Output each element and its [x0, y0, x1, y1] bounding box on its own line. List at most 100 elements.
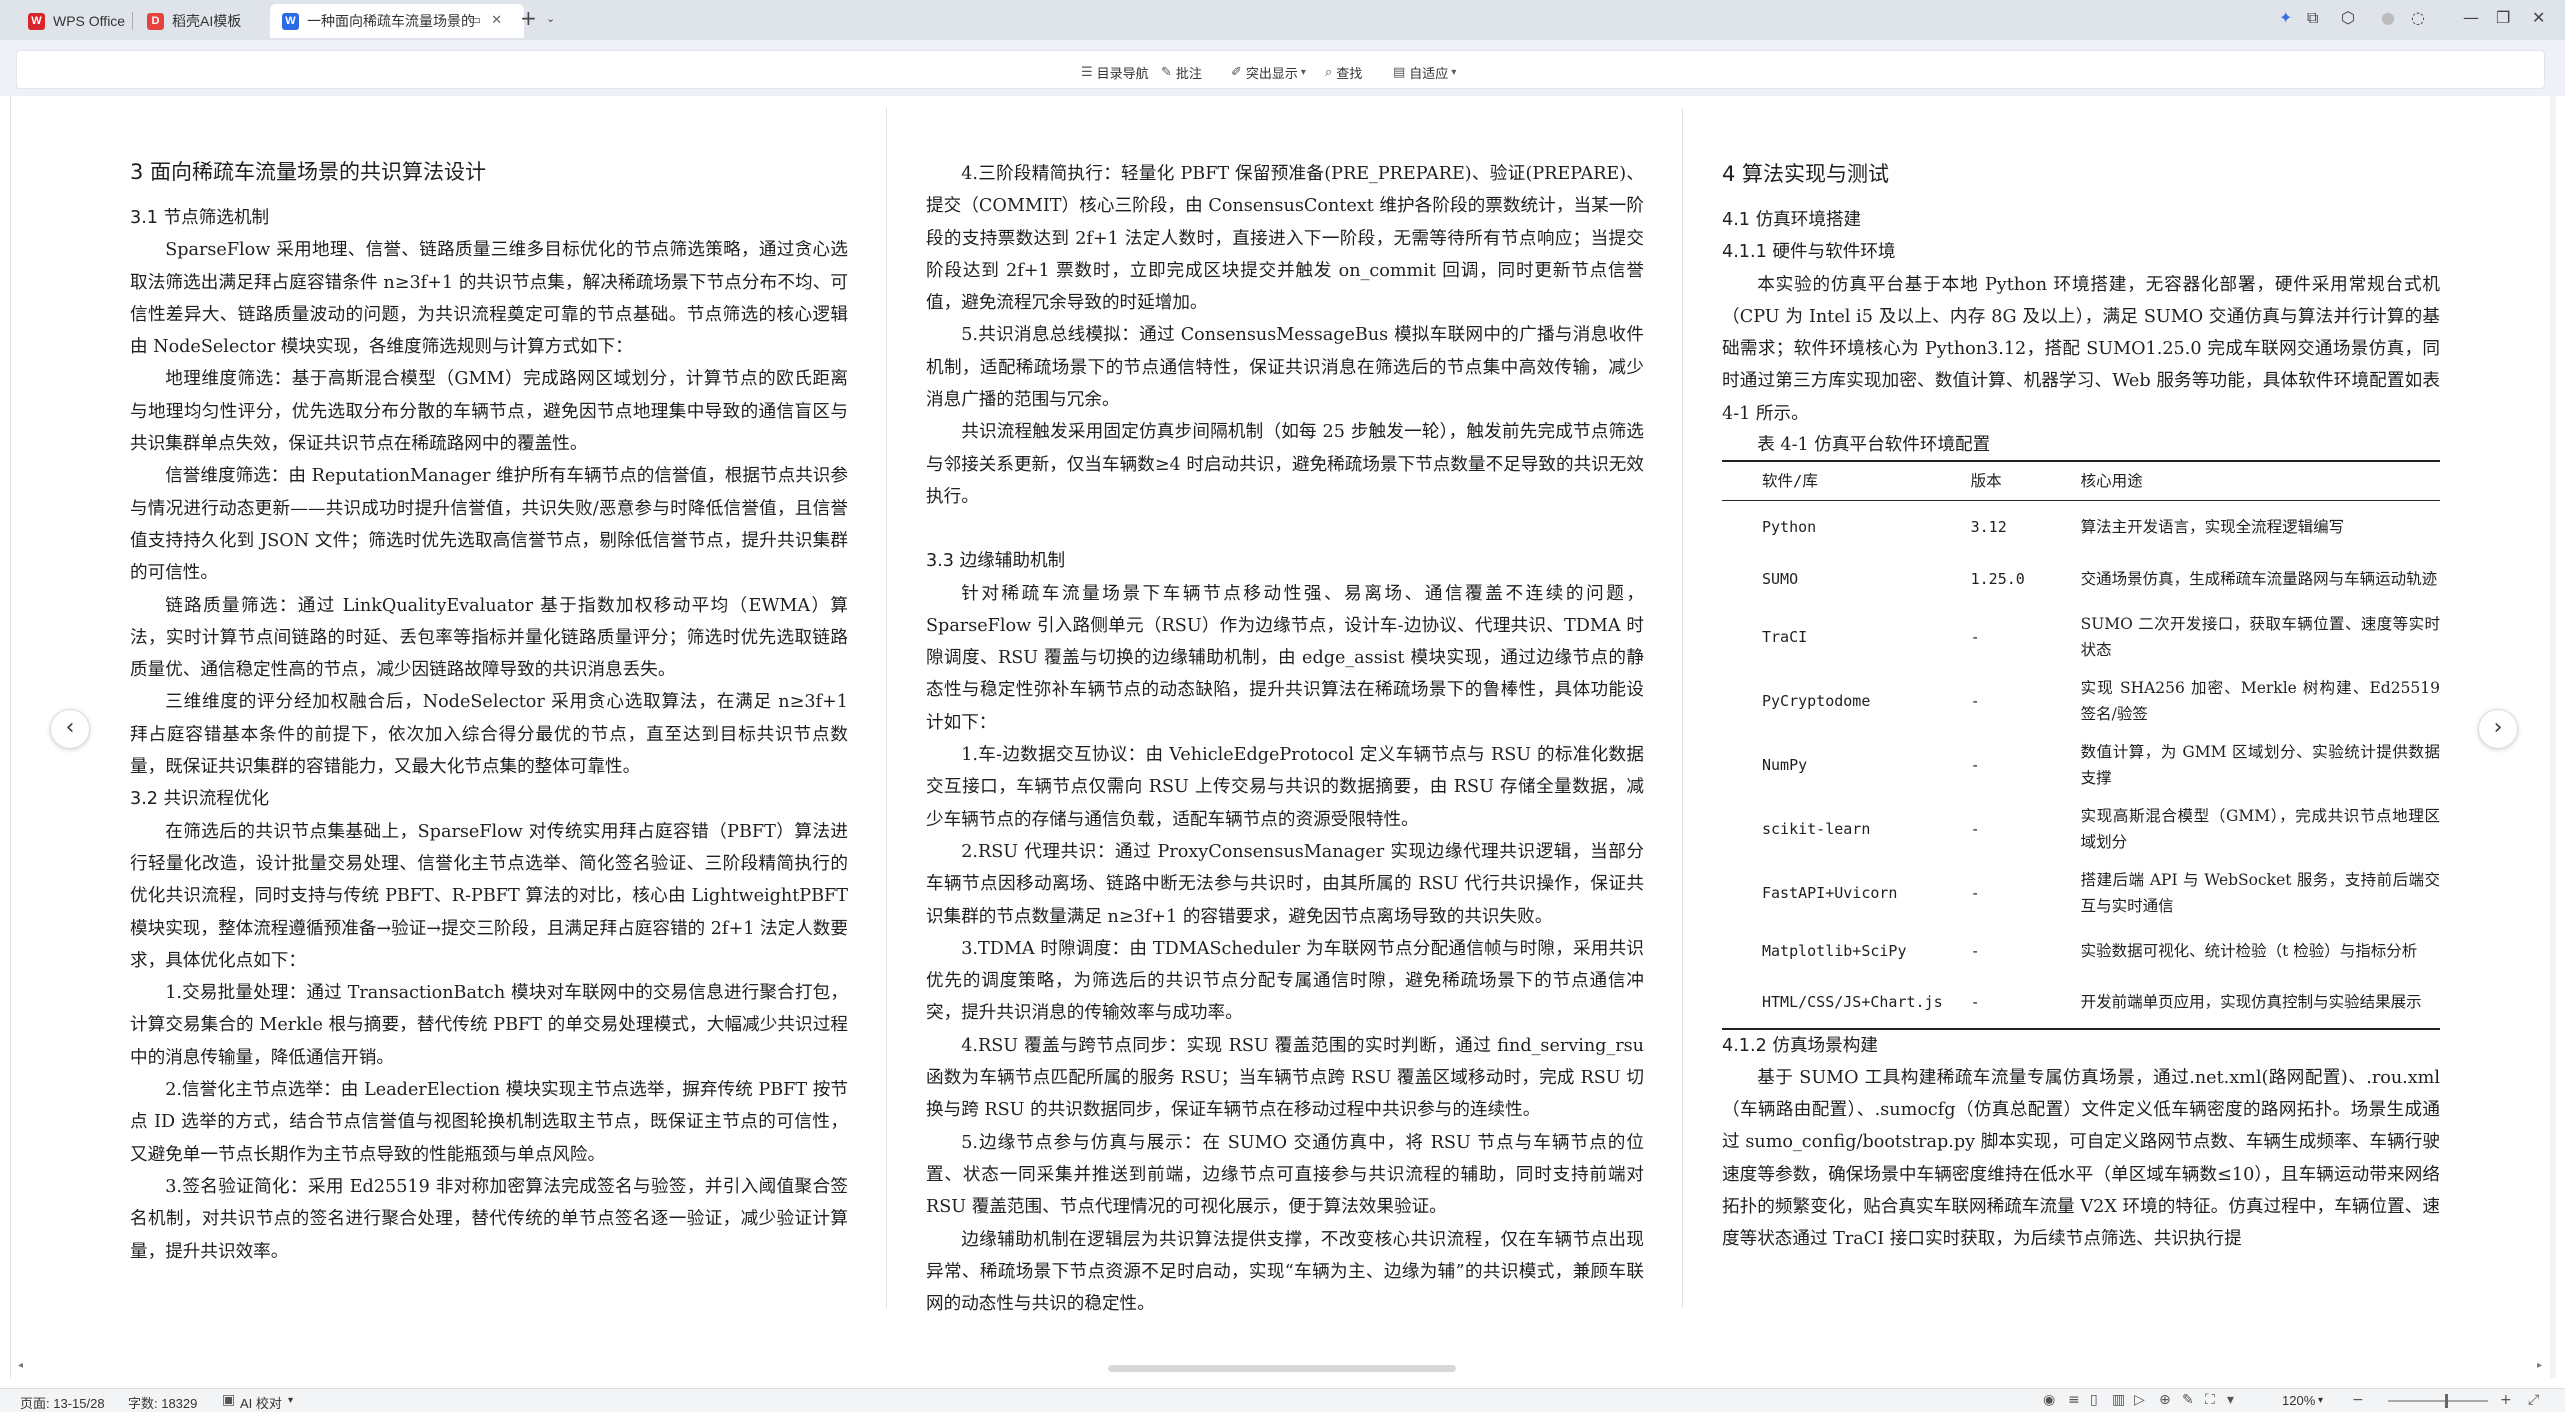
wps-logo-icon: W	[28, 12, 45, 30]
page-view-icon[interactable]: ▯	[2090, 1392, 2098, 1408]
page-15: 4 算法实现与测试 4.1 仿真环境搭建 4.1.1 硬件与软件环境 本实验的仿…	[1722, 158, 2440, 1256]
tab-current-document[interactable]: W 一种面向稀疏车流量场景的 ▭✕	[270, 4, 524, 38]
tab-docer-templates[interactable]: D 稻壳AI模板	[137, 4, 267, 38]
zoom-level[interactable]: 120%	[2282, 1393, 2315, 1408]
paragraph: 在筛选后的共识节点集基础上，SparseFlow 对传统实用拜占庭容错（PBFT…	[130, 821, 848, 971]
chevron-down-icon[interactable]: ▾	[2318, 1395, 2323, 1406]
edit-pen-icon[interactable]: ✎	[2182, 1392, 2194, 1408]
highlight-button[interactable]: ✐ 突出显示 ▾	[1231, 63, 1310, 82]
table-cell: NumPy	[1762, 755, 1808, 774]
fit-page-icon: ▤	[1393, 65, 1406, 80]
scroll-left-icon[interactable]: ◂	[18, 1360, 23, 1371]
table-row: Python 3.12 算法主开发语言，实现全流程逻辑编写	[1722, 501, 2440, 553]
comment-label: 批注	[1175, 66, 1202, 81]
table-cell: FastAPI+Uvicorn	[1762, 883, 1898, 902]
find-button[interactable]: ⌕ 查找	[1325, 63, 1362, 82]
page-13: 3 面向稀疏车流量场景的共识算法设计 3.1 节点筛选机制 SparseFlow…	[130, 156, 848, 1268]
table-cell: -	[1970, 627, 1980, 646]
chapter-heading: 3 面向稀疏车流量场景的共识算法设计	[130, 160, 487, 184]
zoom-slider[interactable]	[2388, 1400, 2488, 1402]
table-cell: -	[1970, 819, 1980, 838]
table-row: scikit-learn - 实现高斯混合模型（GMM），完成共识节点地理区域划分	[1722, 797, 2440, 861]
section-heading: 3.2 共识流程优化	[130, 789, 270, 810]
read-view-icon[interactable]: ▥	[2112, 1392, 2125, 1408]
outline-icon[interactable]: ≡	[2068, 1392, 2080, 1408]
zoom-out-icon[interactable]: −	[2352, 1392, 2364, 1408]
subsection-heading: 4.1.1 硬件与软件环境	[1722, 242, 1896, 263]
zoom-in-icon[interactable]: +	[2500, 1392, 2512, 1408]
chevron-down-icon: ▾	[1451, 67, 1457, 78]
window-layout-icon[interactable]: ⧉	[2307, 8, 2318, 28]
paragraph: 针对稀疏车流量场景下车辆节点移动性强、易离场、通信覆盖不连续的问题，Sparse…	[926, 583, 1644, 733]
section-heading: 3.1 节点筛选机制	[130, 208, 270, 228]
next-page-button[interactable]: ›	[2478, 709, 2518, 749]
table-cell: -	[1942, 976, 2081, 1030]
table-cell: 1.25.0	[1970, 569, 2025, 588]
search-icon: ⌕	[1325, 65, 1333, 80]
comment-button[interactable]: ✎ 批注	[1161, 63, 1202, 82]
page-divider	[1682, 108, 1683, 1308]
paragraph: 基于 SUMO 工具构建稀疏车流量专属仿真场景，通过.net.xml(路网配置)…	[1722, 1067, 2440, 1250]
close-window-icon[interactable]: ✕	[2532, 8, 2545, 27]
table-cell: TraCI	[1762, 627, 1808, 646]
table-header-cell: 核心用途	[2080, 460, 2440, 502]
tab-list-chevron-icon[interactable]: ⌄	[546, 12, 555, 25]
table-cell: 开发前端单页应用，实现仿真控制与实验结果展示	[2080, 976, 2440, 1030]
paragraph: 1.交易批量处理：通过 TransactionBatch 模块对车联网中的交易信…	[130, 983, 848, 1068]
paragraph: 5.共识消息总线模拟：通过 ConsensusMessageBus 模拟车联网中…	[926, 325, 1644, 411]
new-tab-plus-icon[interactable]: +	[520, 6, 537, 30]
paragraph: 3.TDMA 时隙调度：由 TDMAScheduler 为车联网节点分配通信帧与…	[926, 938, 1644, 1024]
word-count[interactable]: 字数: 18329	[128, 1393, 197, 1412]
toc-label: 目录导航	[1096, 66, 1149, 81]
zoom-slider-handle[interactable]	[2445, 1394, 2448, 1408]
table-header-row: 软件/库 版本 核心用途	[1722, 460, 2440, 502]
avatar-icon[interactable]: ●	[2381, 8, 2395, 27]
table-caption: 表 4-1 仿真平台软件环境配置	[1757, 435, 1991, 456]
vertical-scrollbar[interactable]	[2550, 96, 2556, 1378]
tab-divider	[132, 12, 133, 30]
screen-fit-icon[interactable]: ⛶	[2205, 1392, 2215, 1408]
fullscreen-icon[interactable]: ⤢	[2528, 1392, 2539, 1408]
restore-icon[interactable]: ❐	[2496, 8, 2510, 27]
writer-doc-icon: W	[282, 12, 299, 30]
find-label: 查找	[1336, 66, 1363, 81]
paragraph: 2.信誉化主节点选举：由 LeaderElection 模块实现主节点选举，摒弃…	[130, 1080, 848, 1165]
tab-label: 一种面向稀疏车流量场景的	[307, 13, 475, 29]
web-view-icon[interactable]: ⊕	[2159, 1392, 2171, 1408]
tab-actions-icon[interactable]: ▭✕	[469, 12, 512, 28]
scroll-right-icon[interactable]: ▸	[2537, 1360, 2542, 1371]
fit-width-button[interactable]: ▤ 自适应 ▾	[1393, 63, 1460, 82]
page-indicator[interactable]: 页面: 13-15/28	[20, 1393, 105, 1412]
table-row: Matplotlib+SciPy - 实验数据可视化、统计检验（t 检验）与指标分析	[1722, 925, 2440, 977]
paragraph: 本实验的仿真平台基于本地 Python 环境搭建，无容器化部署，硬件采用常规台式…	[1722, 274, 2440, 424]
ai-proofread-button[interactable]: AI 校对	[240, 1393, 282, 1412]
table-cell: -	[1970, 883, 1980, 902]
title-bar: W WPS Office D 稻壳AI模板 W 一种面向稀疏车流量场景的 ▭✕ …	[0, 0, 2565, 40]
reading-toolbar: ☰ 目录导航 ✎ 批注 ✐ 突出显示 ▾ ⌕ 查找 ▤ 自适应 ▾ ✕	[0, 40, 2565, 118]
reading-mode-icon[interactable]: ▷	[2134, 1392, 2145, 1408]
minimize-icon[interactable]: —	[2463, 8, 2479, 27]
ai-assistant-icon[interactable]: ✦	[2279, 8, 2292, 27]
highlight-label: 突出显示	[1245, 66, 1298, 81]
chevron-down-icon: ▾	[1300, 67, 1306, 78]
page-divider	[886, 108, 887, 1308]
status-bar: 页面: 13-15/28 字数: 18329 ▣ AI 校对 ▾ ◉ ≡ ▯ ▥…	[0, 1388, 2565, 1412]
software-environment-table: 软件/库 版本 核心用途 Python 3.12 算法主开发语言，实现全流程逻辑编写…	[1722, 460, 2440, 1030]
table-cell: 实现 SHA256 加密、Merkle 树构建、Ed25519 签名/验签	[2080, 678, 2440, 723]
table-cell: SUMO 二次开发接口，获取车辆位置、速度等实时状态	[2080, 614, 2440, 659]
table-cell: 算法主开发语言，实现全流程逻辑编写	[2080, 517, 2345, 536]
package-icon[interactable]: ⬡	[2341, 8, 2355, 27]
table-cell: scikit-learn	[1762, 819, 1871, 838]
previous-page-button[interactable]: ‹	[50, 709, 90, 749]
eye-protection-icon[interactable]: ◉	[2043, 1392, 2055, 1408]
skin-icon[interactable]: ◌	[2411, 8, 2425, 27]
table-cell: -	[1970, 755, 1980, 774]
horizontal-scrollbar-thumb[interactable]	[1108, 1365, 1456, 1372]
tab-wps-office[interactable]: W WPS Office	[18, 4, 140, 38]
more-views-icon[interactable]: ▾	[2227, 1392, 2234, 1408]
chevron-down-icon[interactable]: ▾	[288, 1395, 293, 1406]
fit-label: 自适应	[1409, 66, 1449, 81]
proofread-icon: ▣	[222, 1392, 236, 1408]
toc-navigation-button[interactable]: ☰ 目录导航	[1081, 63, 1149, 82]
subsection-heading: 4.1.2 仿真场景构建	[1722, 1035, 1878, 1056]
